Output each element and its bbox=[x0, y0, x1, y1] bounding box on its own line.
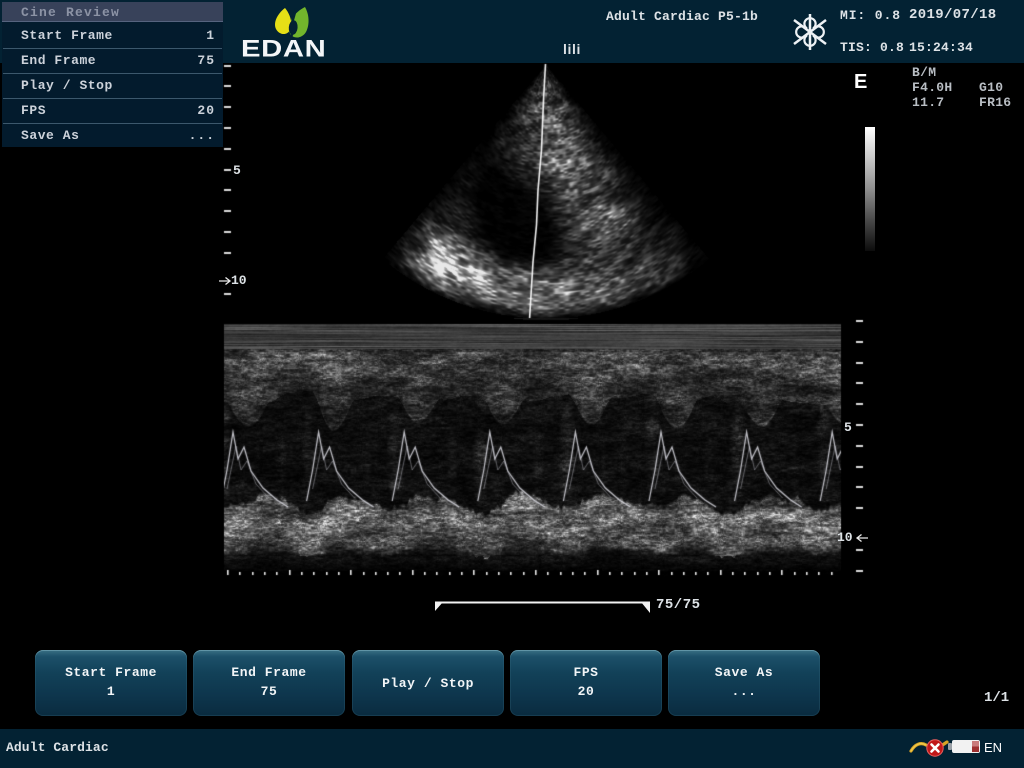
svg-text:EDAN: EDAN bbox=[241, 35, 326, 60]
